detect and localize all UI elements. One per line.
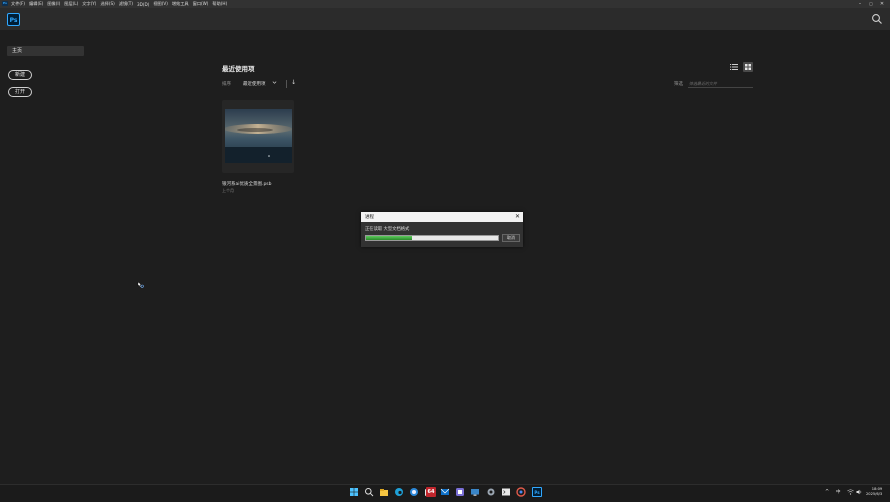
- menu-help[interactable]: 帮助(H): [212, 1, 227, 7]
- sort-dropdown[interactable]: 最近使用项: [243, 81, 266, 87]
- mail-icon[interactable]: [440, 487, 450, 497]
- volume-icon[interactable]: [856, 489, 863, 495]
- taskbar-search-icon[interactable]: [364, 487, 374, 497]
- app-header: [0, 8, 890, 30]
- menu-type[interactable]: 文字(Y): [82, 1, 96, 7]
- photoshop-logo[interactable]: Ps: [7, 13, 20, 26]
- menu-image[interactable]: 图像(I): [47, 1, 60, 7]
- progress-bar-fill: [366, 236, 413, 240]
- menu-list: 文件(F) 编辑(E) 图像(I) 图层(L) 文字(Y) 选择(S) 滤镜(T…: [11, 0, 227, 8]
- chevron-down-icon[interactable]: [272, 80, 277, 85]
- edge-icon[interactable]: [394, 487, 404, 497]
- dialog-close-icon[interactable]: ✕: [515, 213, 520, 221]
- taskbar-clock[interactable]: 18:09 2025/6/3: [866, 487, 882, 497]
- menu-3d[interactable]: 3D(D): [137, 2, 149, 7]
- search-icon[interactable]: [871, 13, 883, 25]
- cancel-button[interactable]: 取消: [502, 234, 520, 242]
- menu-edit[interactable]: 编辑(E): [29, 1, 43, 7]
- browser-icon[interactable]: [409, 487, 419, 497]
- remote-desktop-icon[interactable]: [470, 487, 480, 497]
- close-button[interactable]: ✕: [877, 0, 887, 8]
- sort-label: 排序: [222, 82, 231, 87]
- filter-input[interactable]: [688, 79, 753, 88]
- list-view-icon[interactable]: [730, 63, 738, 71]
- sort-order-arrow-icon[interactable]: ↓: [291, 79, 296, 86]
- menu-plugins[interactable]: 增效工具: [172, 1, 189, 7]
- file-name[interactable]: 银河系ai优质全景图.psb: [222, 181, 272, 187]
- new-button[interactable]: 新建: [8, 70, 32, 80]
- chrome-icon[interactable]: [516, 487, 526, 497]
- app-64-icon[interactable]: 64: [426, 487, 436, 497]
- maximize-button[interactable]: ▢: [866, 0, 876, 8]
- page-title: 最近使用项: [222, 65, 255, 73]
- busy-cursor-icon: [137, 281, 144, 288]
- menu-window[interactable]: 窗口(W): [193, 1, 209, 7]
- ime-indicator[interactable]: 中: [836, 489, 841, 495]
- minimize-button[interactable]: –: [855, 0, 865, 8]
- dialog-title-bar[interactable]: 进程 ✕: [361, 212, 523, 222]
- open-button[interactable]: 打开: [8, 87, 32, 97]
- app-icon[interactable]: [455, 487, 465, 497]
- app-icon[interactable]: Ps: [2, 1, 8, 6]
- divider: [286, 80, 287, 88]
- menu-file[interactable]: 文件(F): [11, 1, 25, 7]
- menu-layer[interactable]: 图层(L): [64, 1, 78, 7]
- sidebar-item-home[interactable]: 主页: [7, 46, 84, 56]
- photoshop-taskbar-icon[interactable]: Ps: [532, 487, 542, 497]
- filter-label: 筛选: [674, 82, 683, 87]
- menu-filter[interactable]: 滤镜(T): [119, 1, 133, 7]
- wifi-icon[interactable]: [847, 489, 854, 495]
- terminal-icon[interactable]: [501, 487, 511, 497]
- progress-message: 正在读取 大型文档格式: [365, 227, 410, 232]
- file-thumbnail[interactable]: [225, 109, 292, 163]
- start-icon[interactable]: [349, 487, 359, 497]
- grid-view-icon[interactable]: [743, 62, 753, 72]
- tray-overflow-icon[interactable]: ^: [825, 489, 829, 495]
- settings-icon[interactable]: [486, 487, 496, 497]
- progress-dialog: 进程 ✕ 正在读取 大型文档格式 取消: [361, 212, 523, 247]
- file-date: 上个月: [222, 188, 234, 193]
- progress-bar: [365, 235, 499, 241]
- menu-view[interactable]: 视图(V): [153, 1, 168, 7]
- menu-select[interactable]: 选择(S): [100, 1, 114, 7]
- file-explorer-icon[interactable]: [379, 487, 389, 497]
- dialog-title: 进程: [365, 215, 374, 220]
- clock-date: 2025/6/3: [866, 492, 883, 496]
